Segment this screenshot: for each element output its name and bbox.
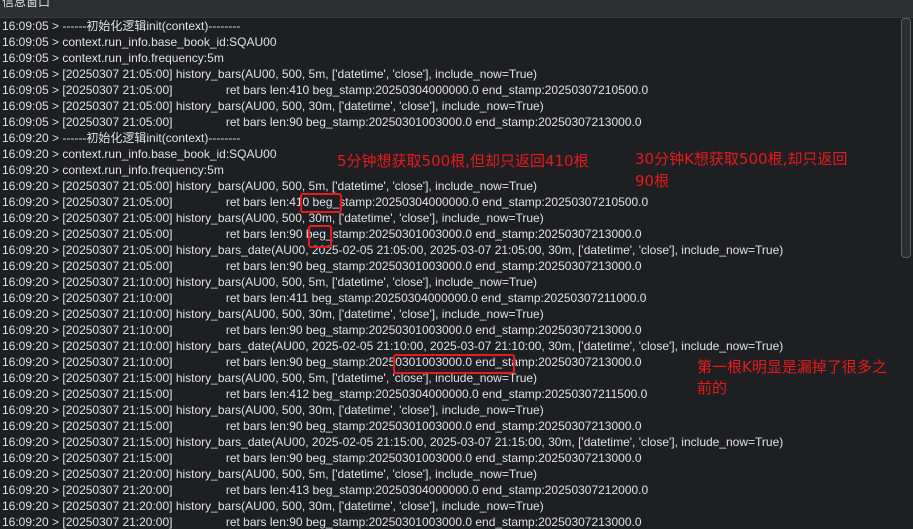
- log-line: 16:09:20 > [20250307 21:15:00] history_b…: [2, 435, 784, 449]
- log-line: 16:09:20 > [20250307 21:20:00] ret bars …: [2, 515, 642, 529]
- log-line: 16:09:20 > [20250307 21:05:00] ret bars …: [2, 259, 642, 273]
- log-line: 16:09:20 > [20250307 21:20:00] ret bars …: [2, 483, 649, 497]
- log-line: 16:09:20 > [20250307 21:05:00] history_b…: [2, 243, 784, 257]
- log-line: 16:09:20 > [20250307 21:05:00] history_b…: [2, 179, 538, 193]
- log-line: 16:09:20 > [20250307 21:20:00] history_b…: [2, 467, 538, 481]
- log-line: 16:09:05 > context.run_info.frequency:5m: [2, 51, 224, 65]
- log-line: 16:09:20 > [20250307 21:10:00] ret bars …: [2, 291, 647, 305]
- log-line: 16:09:20 > [20250307 21:05:00] history_b…: [2, 211, 544, 225]
- highlight-beg-stamp: [393, 354, 515, 374]
- log-line: 16:09:20 > [20250307 21:10:00] history_b…: [2, 339, 784, 353]
- log-line: 16:09:05 > [20250307 21:05:00] history_b…: [2, 67, 538, 81]
- log-output-panel[interactable]: 16:09:05 > ------初始化逻辑init(context)-----…: [0, 18, 900, 529]
- log-line: 16:09:20 > [20250307 21:10:00] ret bars …: [2, 323, 642, 337]
- annotation-5m-bars: 5分钟想获取500根,但却只返回410根: [337, 152, 589, 170]
- log-line: 16:09:05 > context.run_info.base_book_id…: [2, 35, 277, 49]
- log-line: 16:09:20 > [20250307 21:15:00] ret bars …: [2, 387, 648, 401]
- window-title: 信息窗口: [2, 0, 51, 9]
- log-line: 16:09:20 > context.run_info.base_book_id…: [2, 147, 277, 161]
- log-line: 16:09:20 > ------初始化逻辑init(context)-----…: [2, 131, 241, 145]
- log-line: 16:09:20 > [20250307 21:15:00] ret bars …: [2, 419, 642, 433]
- annotation-first-k-line1: 第一根K明显是漏掉了很多之: [697, 358, 887, 376]
- log-line: 16:09:05 > [20250307 21:05:00] history_b…: [2, 99, 544, 113]
- annotation-30m-bars-line1: 30分钟K想获取500根,却只返回: [635, 150, 848, 168]
- highlight-len-90: [308, 225, 332, 248]
- log-line: 16:09:20 > [20250307 21:10:00] history_b…: [2, 307, 544, 321]
- log-line: 16:09:20 > [20250307 21:10:00] ret bars …: [2, 355, 642, 369]
- log-line: 16:09:20 > context.run_info.frequency:5m: [2, 163, 224, 177]
- scrollbar-thumb[interactable]: [901, 18, 911, 258]
- annotation-30m-bars-line2: 90根: [635, 172, 670, 190]
- log-line: 16:09:20 > [20250307 21:15:00] ret bars …: [2, 451, 642, 465]
- log-line: 16:09:20 > [20250307 21:10:00] history_b…: [2, 275, 538, 289]
- window-titlebar: 信息窗口: [0, 0, 913, 18]
- annotation-first-k-line2: 前的: [697, 379, 728, 397]
- log-line: 16:09:20 > [20250307 21:20:00] history_b…: [2, 499, 544, 513]
- log-line: 16:09:05 > [20250307 21:05:00] ret bars …: [2, 115, 642, 129]
- log-line: 16:09:20 > [20250307 21:15:00] history_b…: [2, 403, 544, 417]
- highlight-len-410: [300, 193, 342, 213]
- log-line: 16:09:05 > ------初始化逻辑init(context)-----…: [2, 19, 241, 33]
- log-line: 16:09:05 > [20250307 21:05:00] ret bars …: [2, 83, 649, 97]
